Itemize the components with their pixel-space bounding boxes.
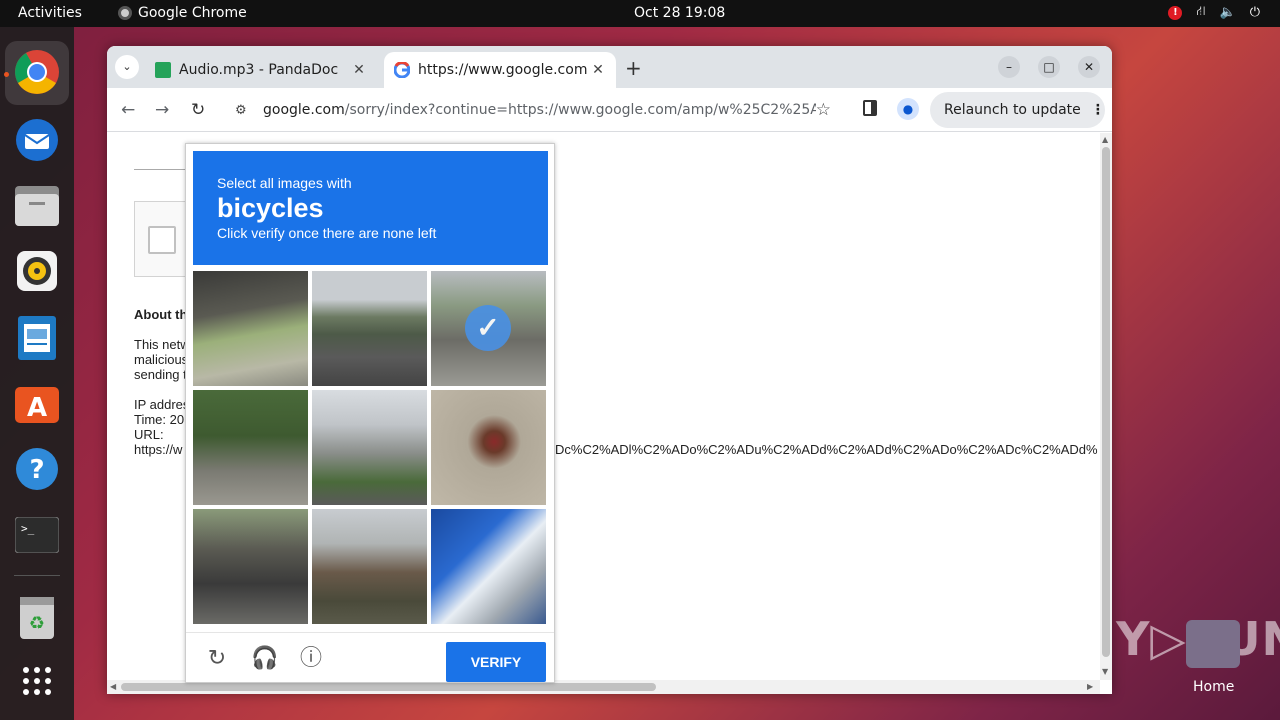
minimize-icon[interactable]: –: [998, 56, 1020, 78]
about-heading: About th: [134, 307, 188, 322]
image-tile[interactable]: [312, 271, 427, 386]
home-folder-icon[interactable]: [1186, 620, 1240, 668]
clock[interactable]: Oct 28 19:08: [634, 5, 725, 21]
network-icon[interactable]: ⛙: [1196, 4, 1205, 21]
image-tile[interactable]: [193, 271, 308, 386]
tab-pandadoc[interactable]: Audio.mp3 - PandaDoc ✕: [145, 52, 377, 88]
maximize-icon[interactable]: □: [1038, 56, 1060, 78]
body-line: This netw: [134, 337, 190, 352]
instruction-subtext: Click verify once there are none left: [217, 225, 437, 241]
tab-search-button[interactable]: ⌄: [115, 55, 139, 79]
svg-text:A: A: [27, 393, 47, 423]
body-line: URL:: [134, 427, 164, 442]
body-line: https://w: [134, 442, 183, 457]
instruction-text: Select all images with: [217, 175, 352, 191]
alert-icon[interactable]: !: [1168, 5, 1183, 20]
recaptcha-checkbox[interactable]: [148, 226, 176, 254]
image-tile[interactable]: [431, 390, 546, 505]
app-center-icon[interactable]: A: [13, 379, 61, 427]
scroll-down-icon[interactable]: ▼: [1102, 667, 1108, 676]
vertical-scrollbar[interactable]: ▲ ▼: [1100, 133, 1112, 680]
reload-challenge-icon[interactable]: ↻: [204, 645, 230, 671]
target-object: bicycles: [217, 193, 324, 223]
image-tile[interactable]: [312, 509, 427, 624]
scroll-right-icon[interactable]: ▶: [1087, 682, 1093, 691]
scroll-thumb[interactable]: [121, 683, 656, 691]
body-line: Time: 20: [134, 412, 185, 427]
svg-text:♻: ♻: [29, 613, 45, 634]
url-domain: google.com: [263, 102, 345, 118]
scroll-thumb[interactable]: [1102, 147, 1110, 657]
tab-strip: ⌄ Audio.mp3 - PandaDoc ✕ https://www.goo…: [107, 46, 1112, 88]
scroll-up-icon[interactable]: ▲: [1102, 135, 1108, 144]
top-bar: Activities Google Chrome Oct 28 19:08 ! …: [0, 0, 1280, 27]
challenge-header: Select all images with bicycles Click ve…: [193, 151, 548, 265]
url-text: google.com/sorry/index?continue=https://…: [263, 102, 816, 118]
back-icon[interactable]: ←: [121, 100, 135, 120]
close-tab-icon[interactable]: ✕: [349, 62, 369, 78]
side-panel-icon[interactable]: [863, 100, 877, 116]
site-info-icon[interactable]: ⚙: [235, 103, 251, 118]
bookmark-star-icon[interactable]: ☆: [816, 100, 831, 120]
body-line: IP addres: [134, 397, 190, 412]
menu-dots-icon[interactable]: ⋮: [1091, 102, 1105, 118]
selected-check-icon: ✓: [465, 305, 511, 351]
activities-button[interactable]: Activities: [18, 5, 82, 21]
body-line: sending t: [134, 367, 187, 382]
trash-icon[interactable]: ♻: [13, 593, 61, 641]
help-icon[interactable]: ?: [13, 445, 61, 493]
verify-button[interactable]: VERIFY: [446, 642, 546, 682]
home-label[interactable]: Home: [1193, 679, 1234, 695]
system-tray[interactable]: ! ⛙ 🔈 ⏻: [1168, 4, 1260, 21]
relaunch-button[interactable]: Relaunch to update ⋮: [930, 92, 1105, 128]
dock: A ? >_ ♻: [0, 27, 74, 720]
close-tab-icon[interactable]: ✕: [588, 62, 608, 78]
reload-icon[interactable]: ↻: [191, 100, 205, 120]
app-name: Google Chrome: [138, 5, 247, 21]
tab-title: Audio.mp3 - PandaDoc: [179, 62, 339, 78]
app-menu[interactable]: Google Chrome: [118, 5, 247, 21]
pandadoc-favicon-icon: [155, 62, 171, 78]
volume-icon[interactable]: 🔈: [1220, 5, 1236, 20]
close-window-icon[interactable]: ✕: [1078, 56, 1100, 78]
audio-challenge-icon[interactable]: 🎧: [251, 645, 278, 671]
rhythmbox-icon[interactable]: [13, 247, 61, 295]
body-line: malicious: [134, 352, 189, 367]
forward-icon[interactable]: →: [155, 100, 169, 120]
scroll-left-icon[interactable]: ◀: [110, 682, 116, 691]
url-path: /sorry/index?continue=https://www.google…: [344, 102, 816, 118]
new-tab-icon[interactable]: +: [625, 56, 642, 80]
recaptcha-challenge: Select all images with bicycles Click ve…: [185, 143, 555, 683]
apps-grid-icon[interactable]: [13, 657, 61, 705]
svg-text:?: ?: [29, 455, 44, 485]
challenge-footer: ↻ 🎧 ⓘ VERIFY: [186, 632, 554, 684]
browser-toolbar: ← → ↻ ⚙ google.com/sorry/index?continue=…: [107, 88, 1112, 132]
profile-avatar-icon[interactable]: ●: [897, 98, 919, 120]
info-icon[interactable]: ⓘ: [298, 645, 324, 671]
address-bar[interactable]: ⚙ google.com/sorry/index?continue=https:…: [225, 92, 843, 128]
image-tile[interactable]: ✓: [431, 271, 546, 386]
image-tile[interactable]: [431, 509, 546, 624]
chrome-icon[interactable]: [13, 48, 61, 96]
image-tile[interactable]: [193, 509, 308, 624]
writer-icon[interactable]: [13, 314, 61, 362]
tab-google[interactable]: https://www.google.com ✕: [384, 52, 616, 88]
image-tile[interactable]: [193, 390, 308, 505]
tab-title: https://www.google.com: [418, 62, 588, 78]
blocked-url-text: Dc%C2%ADl%C2%ADo%C2%ADu%C2%ADd%C2%ADd%C2…: [555, 442, 1098, 457]
running-indicator: [4, 72, 9, 77]
image-tile[interactable]: [312, 390, 427, 505]
power-icon[interactable]: ⏻: [1250, 5, 1260, 20]
relaunch-label: Relaunch to update: [944, 102, 1081, 118]
image-grid: ✓: [193, 271, 548, 626]
svg-text:>_: >_: [21, 522, 35, 535]
thunderbird-icon[interactable]: [13, 116, 61, 164]
files-icon[interactable]: [13, 182, 61, 230]
dock-separator: [14, 575, 60, 576]
terminal-icon[interactable]: >_: [13, 511, 61, 559]
google-favicon-icon: [393, 61, 411, 79]
chrome-small-icon: [118, 6, 132, 20]
